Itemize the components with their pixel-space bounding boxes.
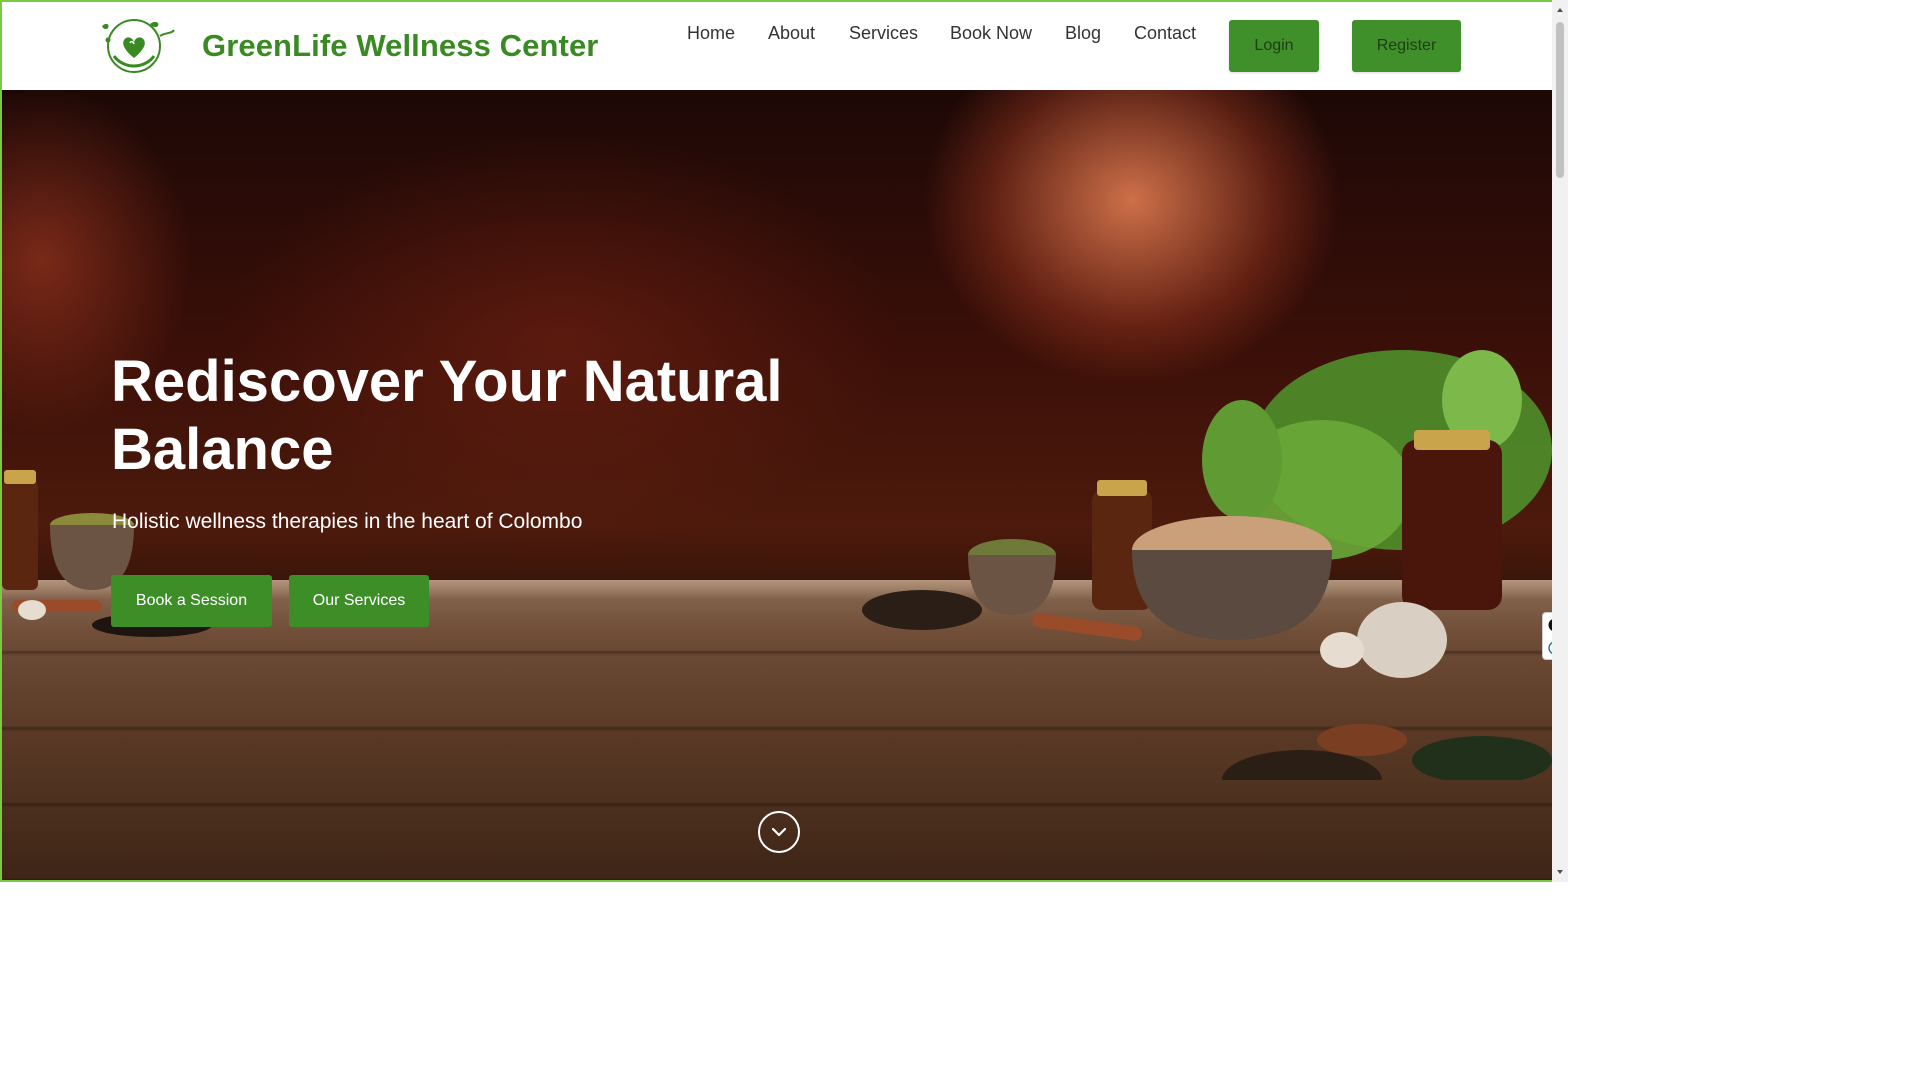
nav-link-about[interactable]: About xyxy=(768,23,815,44)
chevron-down-icon xyxy=(771,827,787,837)
book-session-button[interactable]: Book a Session xyxy=(111,575,272,627)
nav-link-contact[interactable]: Contact xyxy=(1134,23,1196,44)
scroll-down-arrow-icon[interactable] xyxy=(1556,868,1564,876)
register-button[interactable]: Register xyxy=(1352,20,1461,72)
spices-image xyxy=(2,470,212,637)
scrollbar-thumb[interactable] xyxy=(1556,22,1564,178)
logo-icon[interactable] xyxy=(94,16,178,76)
our-services-button[interactable]: Our Services xyxy=(289,575,429,627)
page-frame: GreenLife Wellness Center Home About Ser… xyxy=(0,0,1552,882)
navbar: GreenLife Wellness Center Home About Ser… xyxy=(2,2,1552,90)
scroll-down-button[interactable] xyxy=(758,811,800,853)
nav-link-services[interactable]: Services xyxy=(849,23,918,44)
hero-title: Rediscover Your Natural Balance xyxy=(111,349,783,482)
login-button[interactable]: Login xyxy=(1229,20,1319,72)
hero-subtitle: Holistic wellness therapies in the heart… xyxy=(112,510,583,533)
scroll-up-arrow-icon[interactable] xyxy=(1556,6,1564,14)
herbs-and-jars-image xyxy=(862,350,1552,780)
vertical-scrollbar[interactable] xyxy=(1552,0,1568,882)
nav-link-book-now[interactable]: Book Now xyxy=(950,23,1032,44)
hero-section: Rediscover Your Natural Balance Holistic… xyxy=(2,90,1552,880)
nav-link-blog[interactable]: Blog xyxy=(1065,23,1101,44)
nav-link-home[interactable]: Home xyxy=(687,23,735,44)
brand-name[interactable]: GreenLife Wellness Center xyxy=(202,28,598,64)
